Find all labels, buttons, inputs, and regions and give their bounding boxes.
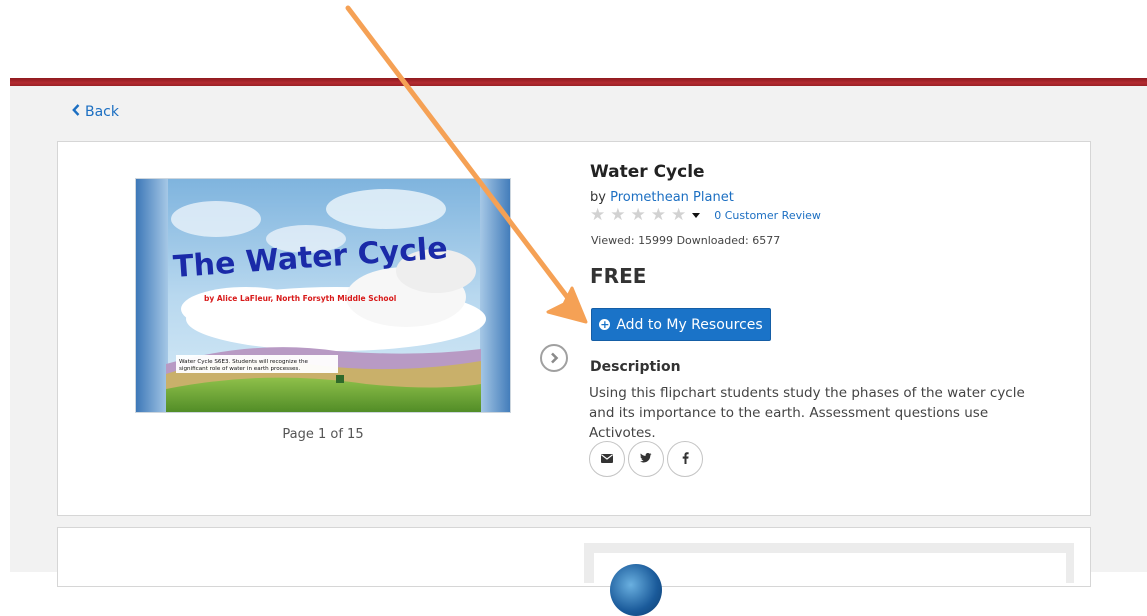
email-share-button[interactable] (589, 441, 625, 477)
flipchart-preview[interactable]: Water Cycle S6E3. Students will recogniz… (135, 178, 511, 413)
slide-caption-line2: significant role of water in earth proce… (179, 366, 300, 372)
add-to-my-resources-button[interactable]: + Add to My Resources (591, 308, 771, 341)
back-label: Back (85, 104, 119, 120)
description-text: Using this flipchart students study the … (589, 385, 1025, 441)
viewed-label: Viewed: (591, 234, 635, 247)
header-red-bar (10, 78, 1147, 86)
publisher-panel-inner (594, 553, 1066, 583)
slide-caption-line1: Water Cycle S6E3. Students will recogniz… (179, 359, 309, 365)
star-icon: ★ (590, 205, 606, 225)
star-icon: ★ (630, 205, 646, 225)
rating-dropdown-icon[interactable] (692, 212, 701, 218)
customer-review-link[interactable]: 0 Customer Review (714, 209, 821, 222)
stats-line: Viewed: 15999 Downloaded: 6577 (591, 234, 780, 247)
plus-circle-icon: + (599, 318, 611, 331)
facebook-icon (682, 451, 689, 467)
twitter-share-button[interactable] (628, 441, 664, 477)
viewed-count: 15999 (638, 234, 674, 247)
add-button-label: Add to My Resources (616, 316, 763, 333)
top-blank-area (0, 0, 1147, 78)
back-link[interactable]: Back (72, 104, 119, 120)
author-link[interactable]: Promethean Planet (610, 190, 734, 205)
by-prefix: by (590, 190, 606, 205)
envelope-icon (601, 452, 613, 466)
price-label: FREE (590, 264, 647, 288)
resource-title: Water Cycle (590, 162, 705, 182)
chevron-right-icon (549, 349, 559, 368)
star-icon: ★ (671, 205, 687, 225)
star-icon: ★ (610, 205, 626, 225)
author-line: by Promethean Planet (590, 190, 734, 205)
description-heading: Description (590, 359, 681, 375)
next-page-button[interactable] (540, 344, 568, 372)
downloaded-label: Downloaded: (676, 234, 749, 247)
rating-row: ★ ★ ★ ★ ★ 0 Customer Review (590, 205, 821, 225)
downloaded-count: 6577 (752, 234, 781, 247)
page-indicator: Page 1 of 15 (282, 427, 364, 442)
slide-author: by Alice LaFleur, North Forsyth Middle S… (204, 294, 396, 303)
facebook-share-button[interactable] (667, 441, 703, 477)
share-buttons (589, 441, 703, 477)
chevron-left-icon (72, 104, 80, 120)
star-icon: ★ (650, 205, 666, 225)
twitter-icon (640, 452, 652, 466)
